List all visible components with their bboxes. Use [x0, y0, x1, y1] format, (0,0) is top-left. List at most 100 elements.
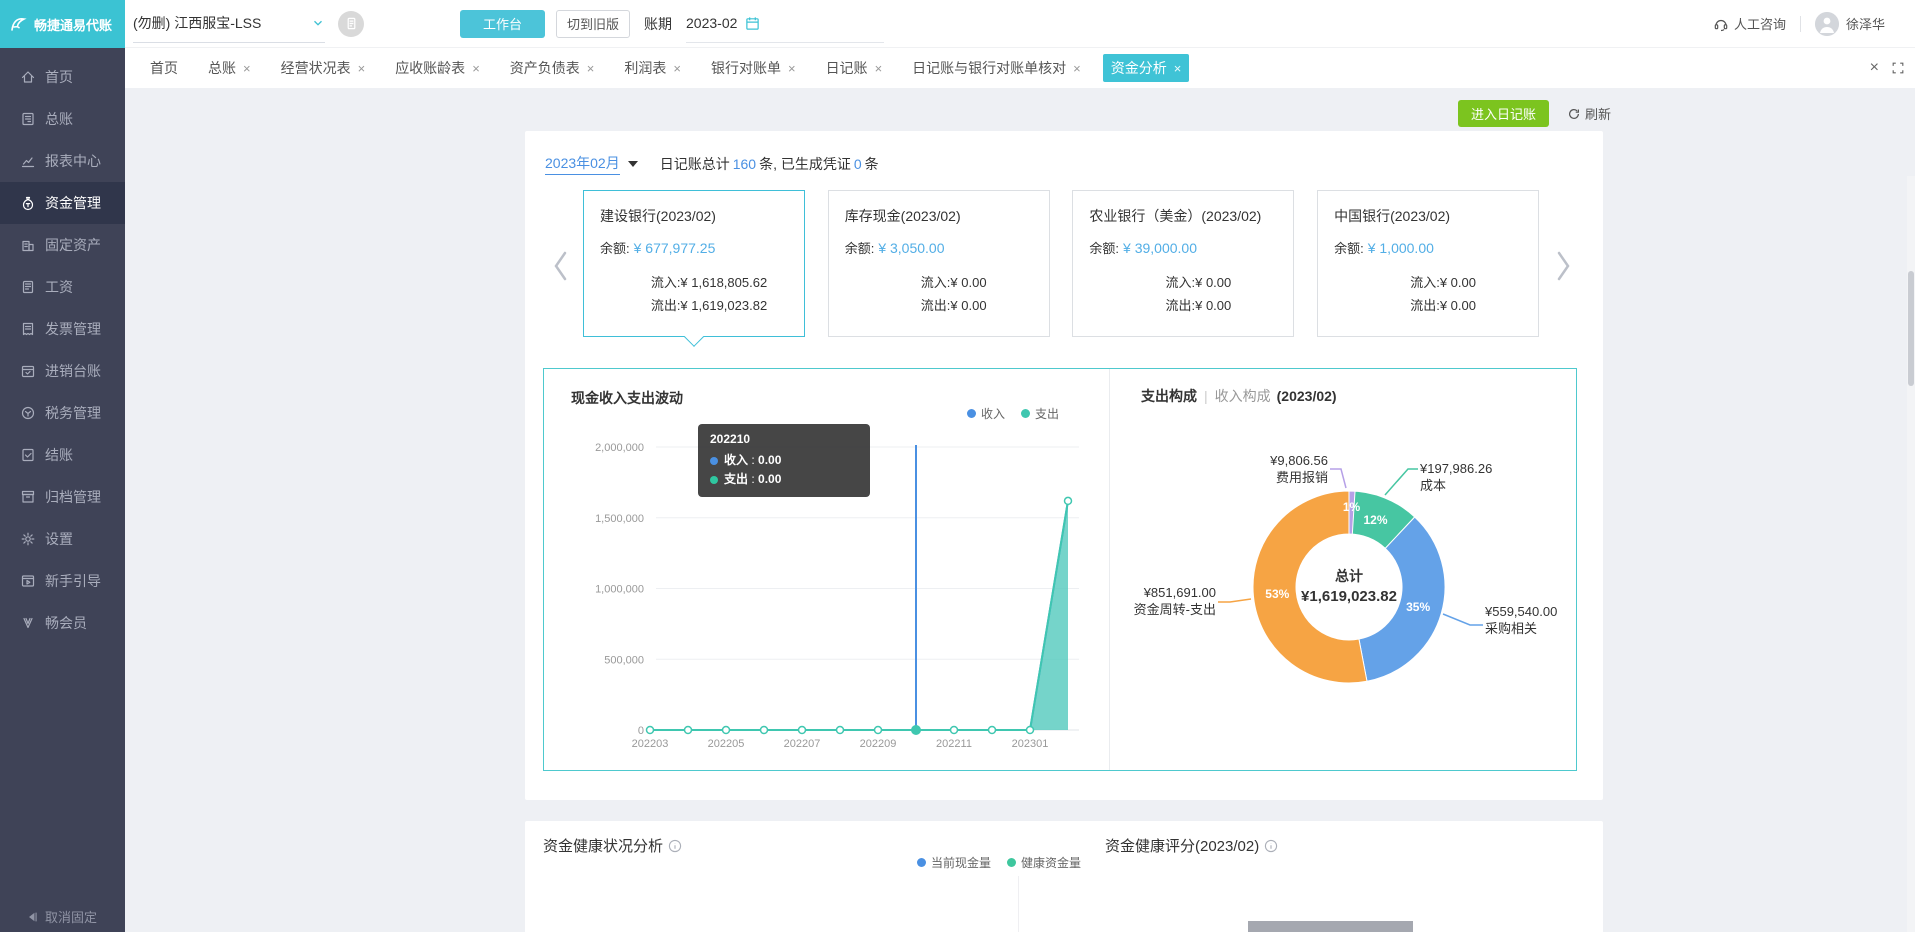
- composition-chart: 支出构成|收入构成(2023/02) 12%35%53%1%¥197,986.2…: [1110, 369, 1578, 770]
- sidebar-item-发票管理[interactable]: 发票管理: [0, 308, 125, 350]
- fullscreen-icon[interactable]: [1891, 61, 1905, 75]
- svg-text:35%: 35%: [1406, 600, 1430, 614]
- info-icon[interactable]: [668, 839, 682, 853]
- sidebar-item-税务管理[interactable]: 税务管理: [0, 392, 125, 434]
- tab-close-icon[interactable]: ×: [788, 62, 796, 75]
- account-inflow: 流入:¥ 0.00: [875, 271, 1033, 294]
- tab-close-icon[interactable]: ×: [875, 62, 883, 75]
- tab-close-icon[interactable]: ×: [1174, 62, 1182, 75]
- switch-old-version-button[interactable]: 切到旧版: [556, 10, 630, 38]
- account-card[interactable]: 中国银行(2023/02)余额:¥ 1,000.00流入:¥ 0.00流出:¥ …: [1317, 190, 1539, 337]
- scrollbar-thumb[interactable]: [1908, 271, 1914, 386]
- sidebar-item-总账[interactable]: 总账: [0, 98, 125, 140]
- health-analysis-title: 资金健康状况分析: [543, 835, 682, 856]
- tab-经营状况表[interactable]: 经营状况表×: [273, 54, 374, 82]
- svg-text:500,000: 500,000: [604, 654, 644, 666]
- journal-summary: 日记账总计160条, 已生成凭证0条: [660, 154, 879, 174]
- fixed-assets-icon: [20, 237, 36, 253]
- sidebar: 畅捷通易代账 首页总账报表中心资金管理固定资产工资发票管理进销台账税务管理结账归…: [0, 0, 125, 932]
- income-composition-toggle[interactable]: 收入构成: [1215, 388, 1271, 404]
- sidebar-item-设置[interactable]: 设置: [0, 518, 125, 560]
- funds-analysis-panel: 2023年02月 日记账总计160条, 已生成凭证0条 建设银行(2023/02…: [525, 131, 1603, 800]
- tab-日记账与银行对账单核对[interactable]: 日记账与银行对账单核对×: [904, 54, 1089, 82]
- tab-应收账龄表[interactable]: 应收账龄表×: [387, 54, 488, 82]
- period-date-picker[interactable]: 2023-02: [686, 5, 884, 43]
- account-balance: 余额:¥ 39,000.00: [1089, 238, 1277, 257]
- sidebar-item-新手引导[interactable]: 新手引导: [0, 560, 125, 602]
- tab-资产负债表[interactable]: 资产负债表×: [502, 54, 603, 82]
- health-score-gauge: [1248, 921, 1413, 932]
- month-selector[interactable]: 2023年02月: [545, 153, 620, 175]
- tab-close-icon[interactable]: ×: [358, 62, 366, 75]
- workbench-button[interactable]: 工作台: [460, 10, 545, 38]
- tab-日记账[interactable]: 日记账×: [818, 54, 891, 82]
- sidebar-item-资金管理[interactable]: 资金管理: [0, 182, 125, 224]
- tab-总账[interactable]: 总账×: [200, 54, 259, 82]
- guide-icon: [20, 573, 36, 589]
- svg-text:1,500,000: 1,500,000: [595, 513, 644, 525]
- sidebar-item-畅会员[interactable]: 畅会员: [0, 602, 125, 644]
- sidebar-item-工资[interactable]: 工资: [0, 266, 125, 308]
- summary-row: 2023年02月 日记账总计160条, 已生成凭证0条: [545, 153, 879, 175]
- sidebar-item-报表中心[interactable]: 报表中心: [0, 140, 125, 182]
- unpin-sidebar-button[interactable]: 取消固定: [0, 907, 125, 926]
- slice-amount: ¥559,540.00: [1484, 604, 1557, 619]
- report-center-icon: [20, 153, 36, 169]
- notes-button[interactable]: [338, 11, 364, 37]
- svg-text:202301: 202301: [1012, 738, 1049, 750]
- slice-amount: ¥851,691.00: [1143, 585, 1216, 600]
- cash-flow-chart: 现金收入支出波动 收入支出 0500,0001,000,0001,500,000…: [544, 369, 1110, 770]
- sidebar-item-固定资产[interactable]: 固定资产: [0, 224, 125, 266]
- sidebar-item-结账[interactable]: 结账: [0, 434, 125, 476]
- enter-journal-button[interactable]: 进入日记账: [1458, 100, 1549, 127]
- sidebar-item-首页[interactable]: 首页: [0, 56, 125, 98]
- health-score-title: 资金健康评分(2023/02): [1105, 835, 1278, 856]
- close-all-tabs-icon[interactable]: ×: [1870, 59, 1879, 77]
- account-balance: 余额:¥ 3,050.00: [845, 238, 1033, 257]
- tab-close-icon[interactable]: ×: [1073, 62, 1081, 75]
- support-button[interactable]: 人工咨询: [1713, 14, 1786, 33]
- tab-资金分析[interactable]: 资金分析×: [1103, 54, 1190, 82]
- account-card[interactable]: 农业银行（美金）(2023/02)余额:¥ 39,000.00流入:¥ 0.00…: [1072, 190, 1294, 337]
- account-inflow: 流入:¥ 0.00: [1119, 271, 1277, 294]
- legend-dot: [1007, 858, 1016, 867]
- legend-item-当前现金量[interactable]: 当前现金量: [917, 854, 991, 871]
- tab-利润表[interactable]: 利润表×: [616, 54, 689, 82]
- user-menu[interactable]: 徐泽华: [1815, 12, 1885, 36]
- account-card[interactable]: 建设银行(2023/02)余额:¥ 677,977.25流入:¥ 1,618,8…: [583, 190, 805, 337]
- topbar-right: 人工咨询 徐泽华: [1713, 12, 1885, 36]
- refresh-button[interactable]: 刷新: [1567, 104, 1611, 123]
- tab-close-icon[interactable]: ×: [472, 62, 480, 75]
- closing-icon: [20, 447, 36, 463]
- username: 徐泽华: [1846, 14, 1885, 33]
- account-title: 中国银行(2023/02): [1334, 206, 1522, 226]
- carousel-prev-icon[interactable]: [549, 249, 571, 283]
- calendar-icon: [745, 16, 760, 31]
- tab-close-icon[interactable]: ×: [673, 62, 681, 75]
- account-outflow: 流出:¥ 0.00: [1119, 294, 1277, 317]
- account-outflow: 流出:¥ 1,619,023.82: [630, 294, 788, 317]
- tab-银行对账单[interactable]: 银行对账单×: [703, 54, 804, 82]
- expense-composition-toggle[interactable]: 支出构成: [1141, 388, 1197, 404]
- headset-icon: [1713, 16, 1729, 32]
- tab-close-icon[interactable]: ×: [243, 62, 251, 75]
- journal-count: 160: [733, 156, 756, 172]
- avatar: [1815, 12, 1839, 36]
- legend-item-健康资金量[interactable]: 健康资金量: [1007, 854, 1081, 871]
- carousel-next-icon[interactable]: [1553, 249, 1575, 283]
- info-icon[interactable]: [1264, 839, 1278, 853]
- tab-close-icon[interactable]: ×: [587, 62, 595, 75]
- sidebar-item-进销台账[interactable]: 进销台账: [0, 350, 125, 392]
- svg-text:202205: 202205: [708, 738, 745, 750]
- tab-首页[interactable]: 首页: [142, 54, 186, 82]
- donut-center-label: 总计: [1335, 568, 1363, 584]
- account-card[interactable]: 库存现金(2023/02)余额:¥ 3,050.00流入:¥ 0.00流出:¥ …: [828, 190, 1050, 337]
- legend-item-收入[interactable]: 收入: [967, 405, 1005, 422]
- account-title: 建设银行(2023/02): [600, 206, 788, 226]
- company-selector[interactable]: (勿删) 江西服宝-LSS: [133, 5, 325, 43]
- svg-text:202209: 202209: [860, 738, 897, 750]
- account-outflow: 流出:¥ 0.00: [875, 294, 1033, 317]
- legend-item-支出[interactable]: 支出: [1021, 405, 1059, 422]
- toolbar: 进入日记账 刷新: [1458, 100, 1611, 127]
- sidebar-item-归档管理[interactable]: 归档管理: [0, 476, 125, 518]
